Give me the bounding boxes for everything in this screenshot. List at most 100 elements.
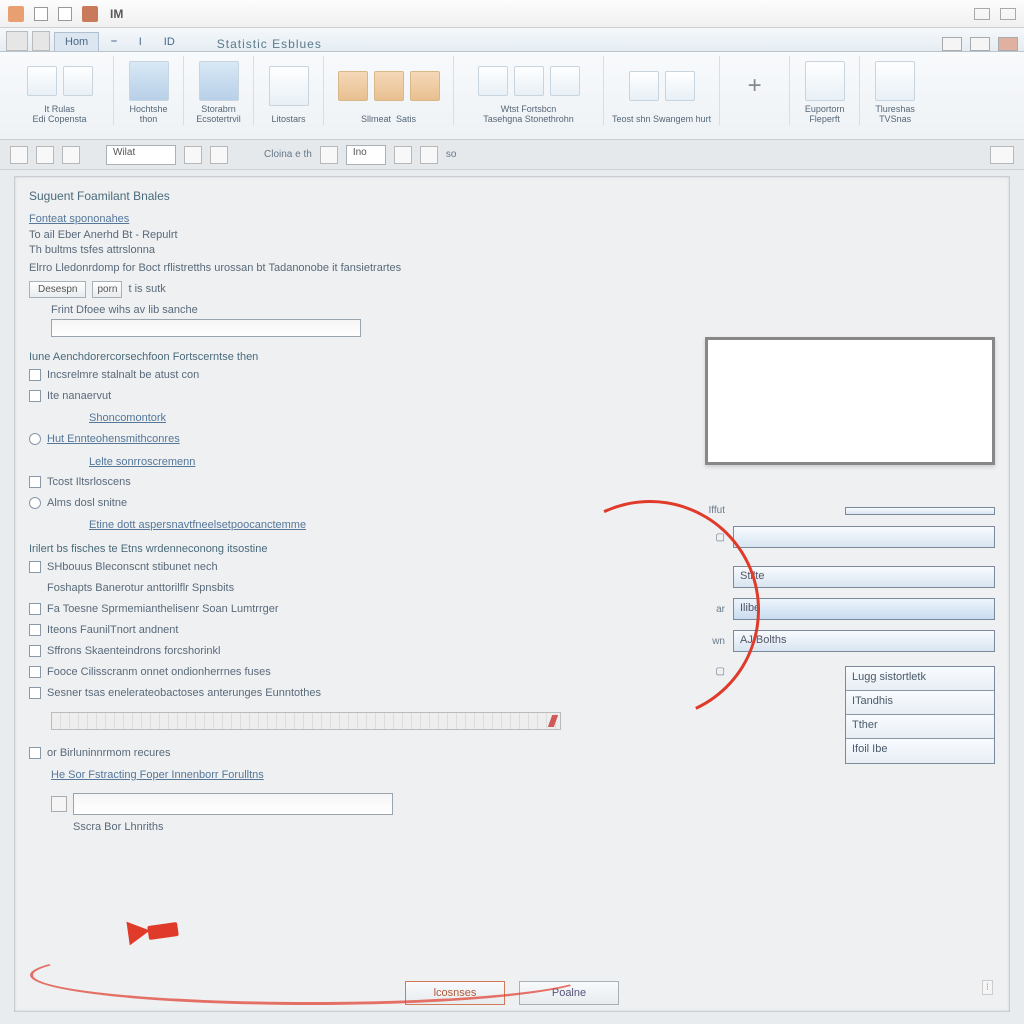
option-label: Sffrons Skaenteindrons forcshorinkl: [47, 645, 220, 657]
tool-icon[interactable]: [36, 146, 54, 164]
ribbon-tabs: Hom ⎯ I ID Statistic Esblues: [0, 28, 1024, 52]
file-button[interactable]: [6, 31, 28, 51]
option-label: Fooce Cilisscranm onnet ondionherrnes fu…: [47, 666, 271, 678]
ribbon-icon[interactable]: [805, 61, 845, 101]
ribbon-icon[interactable]: [27, 66, 57, 96]
ok-button[interactable]: lcosnses: [405, 981, 505, 1005]
option-link[interactable]: Shoncomontork: [89, 412, 166, 424]
list-item[interactable]: Ifoil Ibe: [846, 739, 994, 763]
ribbon-group-label: StorabrnEcsotertrvil: [196, 105, 241, 125]
tool-icon[interactable]: [184, 146, 202, 164]
ribbon-icon[interactable]: [269, 66, 309, 106]
option-link[interactable]: Etine dott aspersnavtfneelsetpoocanctemm…: [89, 519, 306, 531]
ribbon-icon[interactable]: [478, 66, 508, 96]
ribbon-icon[interactable]: [129, 61, 169, 101]
side-dropdown[interactable]: AJ Bolths: [733, 630, 995, 652]
field-label: Sscra Bor Lhnriths: [73, 821, 669, 833]
checkbox[interactable]: [29, 603, 41, 615]
tab-icon[interactable]: I: [129, 33, 152, 51]
page-button[interactable]: porn: [92, 281, 122, 298]
list-item[interactable]: Tther: [846, 715, 994, 739]
option-link[interactable]: Lelte sonrroscremenn: [89, 456, 195, 468]
ribbon-icon[interactable]: [63, 66, 93, 96]
checkbox[interactable]: [29, 747, 41, 759]
option-label: Iteons FaunilTnort andnent: [47, 624, 178, 636]
ribbon-icon[interactable]: [629, 71, 659, 101]
qat-icon[interactable]: [82, 6, 98, 22]
side-panel: Iffut ▢ Stilte ar Ilibe wn AJ Bolths ▢ L…: [705, 337, 995, 774]
ribbon-group: Wtst FortsbcnTasehgna Stonethrohn: [454, 56, 604, 125]
add-icon[interactable]: +: [740, 71, 770, 101]
resize-grip-icon[interactable]: ⁝: [982, 980, 993, 995]
ribbon-icon[interactable]: [550, 66, 580, 96]
tool-icon[interactable]: [320, 146, 338, 164]
tab-icon[interactable]: ⎯: [101, 32, 127, 51]
tool-icon[interactable]: [210, 146, 228, 164]
option-label: Fa Toesne Sprmemianthelisenr Soan Lumtrr…: [47, 603, 279, 615]
description-button[interactable]: Desespn: [29, 281, 86, 298]
list-item[interactable]: Lugg sistortletk: [846, 667, 994, 691]
ribbon-group: Sllmeat Satis: [324, 56, 454, 125]
window-minimize-icon[interactable]: [974, 8, 990, 20]
view-dropdown[interactable]: Wilat: [106, 145, 176, 165]
ribbon-icon[interactable]: [410, 71, 440, 101]
checkbox[interactable]: [29, 369, 41, 381]
section-subtitle: Iune Aenchdorercorsechfoon Fortscerntse …: [29, 351, 669, 363]
qat-icon[interactable]: [34, 7, 48, 21]
path-input[interactable]: [73, 793, 393, 815]
ribbon-group: EuportornFleperft: [790, 56, 860, 125]
ribbon-group-label: Sllmeat Satis: [361, 115, 416, 125]
help-icon[interactable]: [970, 37, 990, 51]
list-item[interactable]: ITandhis: [846, 691, 994, 715]
ribbon-group: Litostars: [254, 56, 324, 125]
ribbon-icon[interactable]: [374, 71, 404, 101]
option-link[interactable]: He Sor Fstracting Foper Innenborr Forull…: [51, 769, 264, 781]
app-icon[interactable]: [8, 6, 24, 22]
ruler[interactable]: [51, 712, 561, 730]
side-dropdown[interactable]: Ilibe: [733, 598, 995, 620]
option-text: Th bultms tsfes attrslonna: [29, 244, 669, 256]
field-label: wn: [705, 636, 725, 647]
titlebar: IM: [0, 0, 1024, 28]
side-dropdown[interactable]: Stilte: [733, 566, 995, 588]
ribbon-icon[interactable]: [514, 66, 544, 96]
text-input[interactable]: [51, 319, 361, 337]
window-maximize-icon[interactable]: [1000, 8, 1016, 20]
tool-icon[interactable]: [420, 146, 438, 164]
panel-toggle-icon[interactable]: [990, 146, 1014, 164]
tab-button[interactable]: [32, 31, 50, 51]
option-link[interactable]: Hut Ennteohensmithconres: [47, 433, 180, 445]
checkbox[interactable]: [29, 561, 41, 573]
section-subtitle: Irilert bs fisches te Etns wrdenneconong…: [29, 543, 669, 555]
ribbon-icon[interactable]: [338, 71, 368, 101]
options-content: Suguent Foamilant Bnales Fonteat sponona…: [29, 189, 669, 967]
toolbar-label: Cloina e th: [264, 149, 312, 160]
radio[interactable]: [29, 433, 41, 445]
app-name: IM: [110, 7, 123, 21]
tab-icon[interactable]: ID: [154, 33, 185, 51]
section-link[interactable]: Fonteat spononahes: [29, 213, 669, 225]
checkbox[interactable]: [29, 687, 41, 699]
cancel-button[interactable]: Poalne: [519, 981, 619, 1005]
checkbox[interactable]: [29, 390, 41, 402]
size-dropdown[interactable]: Ino: [346, 145, 386, 165]
tool-icon[interactable]: [10, 146, 28, 164]
radio[interactable]: [29, 497, 41, 509]
qat-icon[interactable]: [58, 7, 72, 21]
ribbon-icon[interactable]: [665, 71, 695, 101]
checkbox[interactable]: [29, 645, 41, 657]
tab-home[interactable]: Hom: [54, 32, 99, 51]
tool-icon[interactable]: [62, 146, 80, 164]
side-input[interactable]: [733, 526, 995, 548]
ribbon-icon[interactable]: [199, 61, 239, 101]
checkbox[interactable]: [29, 624, 41, 636]
side-input[interactable]: [845, 507, 995, 515]
checkbox[interactable]: [29, 476, 41, 488]
collapse-ribbon-icon[interactable]: [942, 37, 962, 51]
tool-icon[interactable]: [394, 146, 412, 164]
ribbon-icon[interactable]: [875, 61, 915, 101]
attach-icon[interactable]: [51, 796, 67, 812]
ribbon-group-add: +: [720, 56, 790, 125]
checkbox[interactable]: [29, 666, 41, 678]
close-icon[interactable]: [998, 37, 1018, 51]
